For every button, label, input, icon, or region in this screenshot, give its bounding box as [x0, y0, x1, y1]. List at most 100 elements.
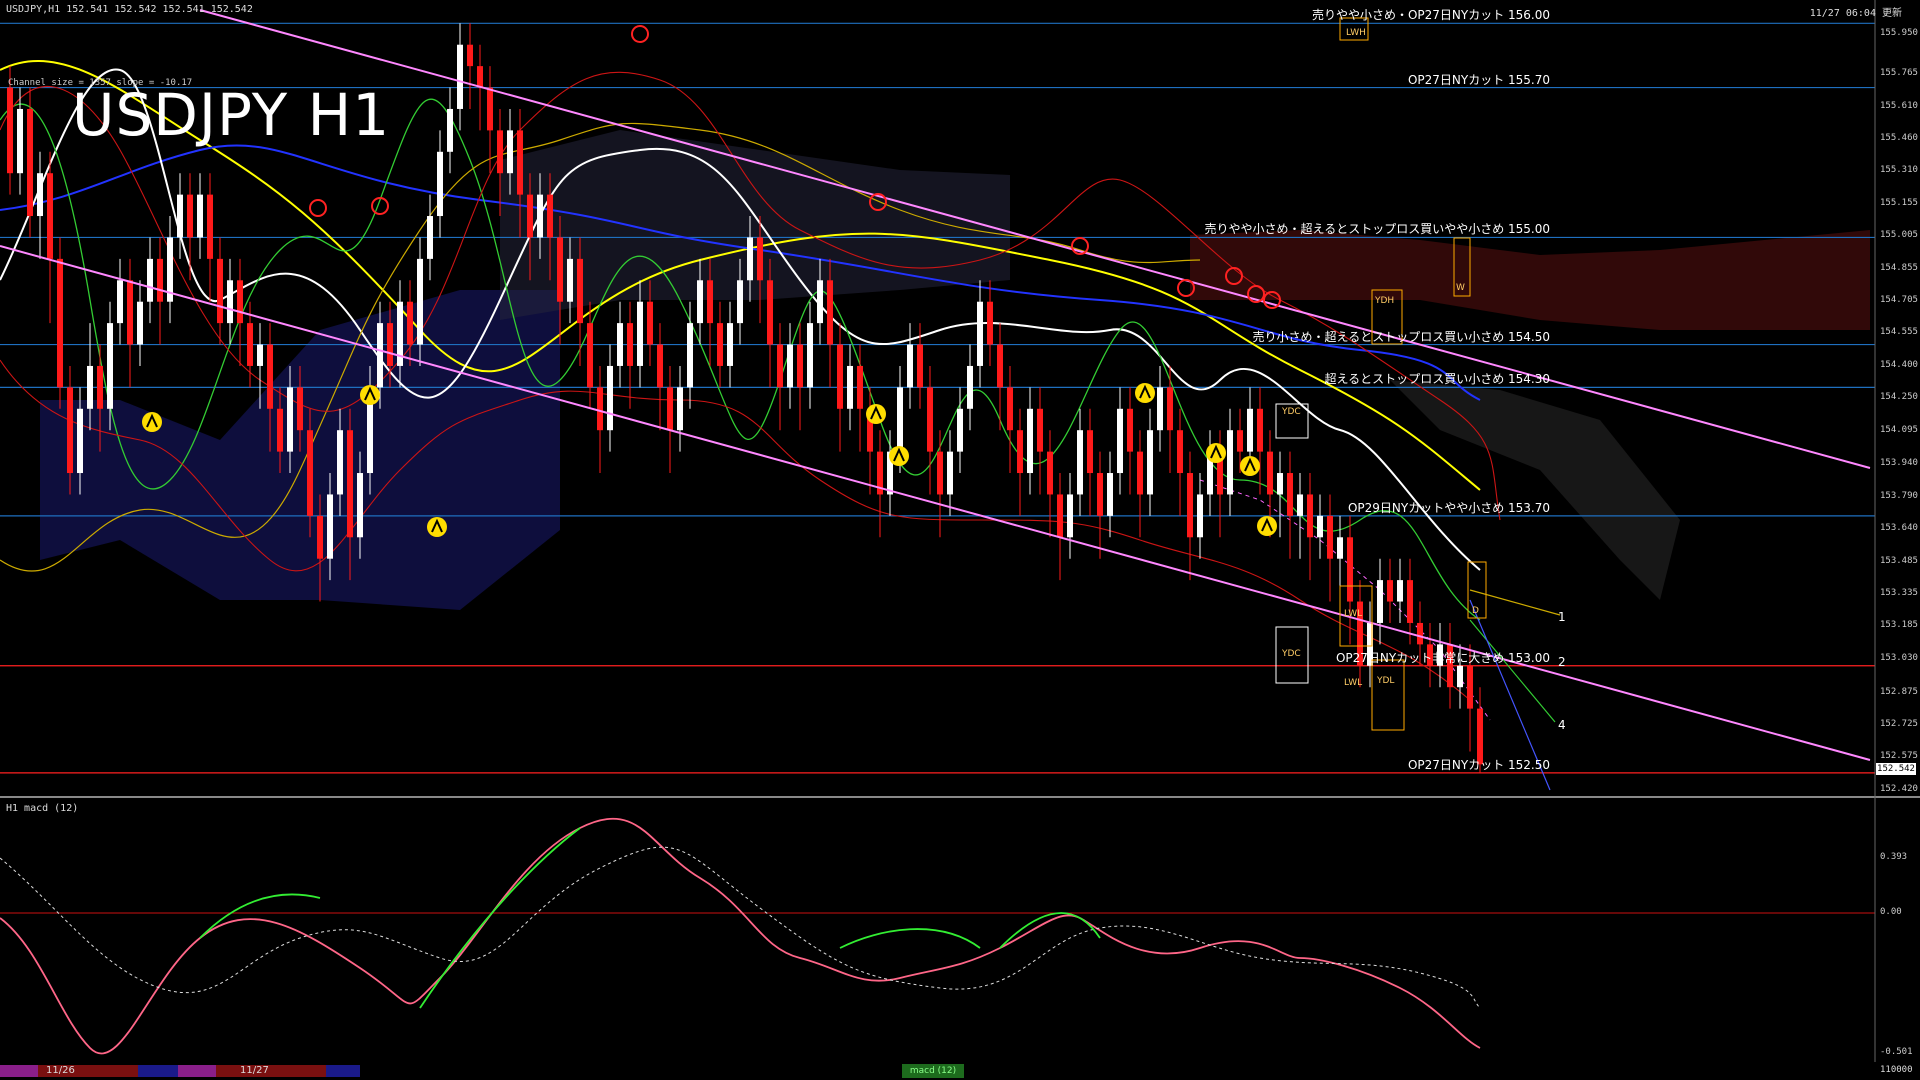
candle-body-37: [377, 323, 383, 388]
candle-body-33: [337, 430, 343, 495]
axis-tick-13: 153.940: [1880, 458, 1918, 469]
level-label-4: 超えるとストップロス買い小さめ 154.30: [1324, 372, 1550, 387]
axis-tick-14: 153.790: [1880, 490, 1918, 501]
projection-number-1: 2: [1558, 655, 1566, 669]
level-label-3: 売り小さめ・超えるとストップロス買い小さめ 154.50: [1252, 329, 1550, 344]
datetime-label: 11/27 06:04 更新: [1809, 8, 1902, 19]
candle-body-80: [807, 323, 813, 388]
candle-body-64: [647, 301, 653, 345]
candle-body-107: [1077, 430, 1083, 495]
candle-body-99: [997, 344, 1003, 388]
candle-body-128: [1287, 473, 1293, 516]
strip-segment: [216, 1065, 326, 1077]
candle-body-50: [507, 130, 513, 174]
candle-body-13: [137, 301, 143, 345]
candle-body-132: [1327, 515, 1333, 559]
candle-body-118: [1187, 473, 1193, 538]
projection-number-2: 4: [1558, 718, 1566, 732]
candle-body-137: [1377, 580, 1383, 623]
candle-body-74: [747, 237, 753, 281]
candle-body-14: [147, 258, 153, 302]
axis-tick-23: 152.420: [1880, 784, 1918, 794]
candle-body-126: [1267, 451, 1273, 495]
axis-tick-16: 153.485: [1880, 555, 1918, 566]
candle-body-71: [717, 323, 723, 366]
candle-body-8: [87, 365, 93, 409]
candle-body-131: [1317, 515, 1323, 538]
candle-body-85: [857, 365, 863, 409]
candle-body-104: [1047, 451, 1053, 495]
candle-body-67: [677, 387, 683, 431]
candle-body-58: [587, 323, 593, 388]
candle-body-4: [47, 173, 53, 259]
candle-body-49: [497, 130, 503, 174]
candle-body-112: [1127, 408, 1133, 452]
candle-body-134: [1347, 537, 1353, 602]
axis-tick-10: 154.400: [1880, 359, 1918, 370]
level-label-5: OP29日NYカットやや小さめ 153.70: [1347, 500, 1550, 515]
macd-tab[interactable]: macd (12): [902, 1064, 964, 1078]
candle-body-31: [317, 515, 323, 559]
candle-body-59: [597, 387, 603, 431]
candle-body-139: [1397, 580, 1403, 602]
candle-body-102: [1027, 408, 1033, 474]
candle-body-133: [1337, 537, 1343, 559]
candle-body-92: [927, 387, 933, 452]
candle-body-40: [407, 301, 413, 345]
strip-segment: [178, 1065, 216, 1077]
axis-tick-3: 155.460: [1880, 132, 1918, 143]
candle-body-47: [477, 66, 483, 88]
projection-number-0: 1: [1558, 610, 1566, 624]
candle-body-89: [897, 387, 903, 452]
candle-body-29: [297, 387, 303, 431]
candle-body-0: [7, 87, 13, 174]
candle-body-127: [1277, 473, 1283, 495]
box-label-8: W: [1456, 283, 1465, 293]
candle-body-108: [1087, 430, 1093, 474]
macd-panel[interactable]: [0, 798, 1920, 1062]
candle-body-52: [527, 194, 533, 238]
candle-body-66: [667, 387, 673, 431]
candle-body-110: [1107, 473, 1113, 516]
candle-body-22: [227, 280, 233, 324]
strip-segment: [138, 1065, 178, 1077]
axis-tick-4: 155.310: [1880, 165, 1918, 176]
candle-body-7: [77, 408, 83, 474]
candle-body-55: [557, 237, 563, 302]
candle-body-46: [467, 44, 473, 67]
axis-tick-15: 153.640: [1880, 522, 1918, 533]
candle-body-138: [1387, 580, 1393, 602]
box-label-2: YDC: [1282, 407, 1301, 417]
candle-body-2: [27, 108, 33, 217]
axis-tick-11: 154.250: [1880, 392, 1918, 403]
date-label-1: 11/26: [46, 1065, 75, 1076]
candle-body-48: [487, 87, 493, 131]
current-price-tag: 152.542: [1876, 763, 1916, 775]
candle-body-9: [97, 365, 103, 409]
strip-segment: [0, 1065, 38, 1077]
candle-body-83: [837, 344, 843, 409]
macd-axis-1: 0.00: [1880, 907, 1902, 917]
candle-body-18: [187, 194, 193, 238]
candle-body-106: [1067, 494, 1073, 538]
candle-body-90: [907, 344, 913, 388]
box-label-1: YDH: [1375, 296, 1395, 306]
candle-body-101: [1017, 430, 1023, 474]
candle-body-105: [1057, 494, 1063, 538]
axis-tick-20: 152.875: [1880, 686, 1918, 697]
candle-body-77: [777, 344, 783, 388]
candle-body-17: [177, 194, 183, 238]
strip-right-value: 110000: [1880, 1065, 1913, 1075]
candle-body-43: [437, 151, 443, 217]
candle-body-51: [517, 130, 523, 195]
box-label-7: D: [1472, 606, 1479, 616]
candle-body-109: [1097, 473, 1103, 516]
candle-body-32: [327, 494, 333, 559]
symbol-info: USDJPY,H1 152.541 152.542 152.541 152.54…: [6, 4, 253, 15]
axis-tick-6: 155.005: [1880, 230, 1918, 241]
candle-body-62: [627, 323, 633, 366]
candle-body-23: [237, 280, 243, 324]
candle-body-69: [697, 280, 703, 324]
candle-body-119: [1197, 494, 1203, 538]
candle-body-21: [217, 258, 223, 324]
